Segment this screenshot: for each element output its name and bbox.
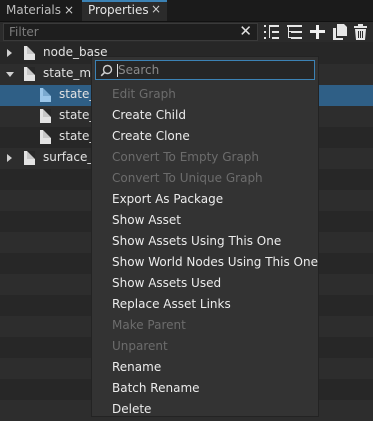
menu-item-replace-asset-links[interactable]: Replace Asset Links: [112, 294, 231, 315]
menu-item-convert-empty-graph: Convert To Empty Graph: [112, 150, 260, 164]
menu-item-edit-graph: Edit Graph: [112, 87, 176, 101]
tab-label: Properties: [88, 3, 149, 17]
tree-item-label: state_: [59, 87, 96, 101]
trash-icon[interactable]: [352, 23, 369, 41]
file-icon: [24, 46, 35, 60]
toolbar: Filter ✕: [0, 22, 373, 42]
menu-item-export-package[interactable]: Export As Package: [112, 189, 223, 210]
menu-item-create-child[interactable]: Create Child: [112, 105, 186, 126]
menu-item-create-clone[interactable]: Create Clone: [112, 126, 190, 147]
menu-item-show-assets-used[interactable]: Show Assets Used: [112, 273, 221, 294]
menu-item-convert-unique-graph: Convert To Unique Graph: [112, 171, 263, 185]
file-icon: [40, 130, 51, 144]
search-icon: [100, 64, 113, 77]
tree-item-label: state_: [59, 108, 96, 122]
search-placeholder: Search: [118, 63, 160, 77]
collapse-arrow-icon[interactable]: [6, 72, 14, 77]
tree-item-label: state_: [59, 129, 96, 143]
text-caret: [117, 64, 118, 77]
close-icon[interactable]: ×: [64, 0, 74, 20]
menu-search-input[interactable]: Search: [95, 60, 315, 80]
clear-filter-icon[interactable]: ✕: [239, 22, 252, 40]
tab-label: Materials: [6, 3, 62, 17]
add-icon[interactable]: [309, 23, 326, 41]
tab-materials[interactable]: Materials ×: [0, 0, 80, 21]
file-icon: [40, 109, 51, 123]
file-icon: [24, 67, 35, 81]
menu-item-show-assets-using[interactable]: Show Assets Using This One: [112, 231, 281, 252]
menu-item-make-parent: Make Parent: [112, 318, 186, 332]
tab-properties[interactable]: Properties ×: [82, 0, 167, 21]
file-icon: [40, 88, 51, 102]
expand-arrow-icon[interactable]: [7, 154, 12, 162]
file-icon: [24, 151, 35, 165]
expand-all-icon[interactable]: [263, 23, 280, 41]
menu-item-show-asset[interactable]: Show Asset: [112, 210, 181, 231]
context-menu: Search Edit Graph Create Child Create Cl…: [91, 56, 319, 417]
menu-item-rename[interactable]: Rename: [112, 357, 161, 378]
filter-placeholder: Filter: [9, 25, 39, 39]
tab-bar: Materials × Properties ×: [0, 0, 373, 22]
filter-input[interactable]: Filter ✕: [3, 22, 258, 41]
menu-item-show-world-nodes[interactable]: Show World Nodes Using This One: [112, 252, 318, 273]
menu-item-batch-rename[interactable]: Batch Rename: [112, 378, 200, 399]
close-icon[interactable]: ×: [151, 1, 161, 18]
copy-icon[interactable]: [331, 23, 348, 41]
menu-item-unparent: Unparent: [112, 339, 168, 353]
hierarchy-icon[interactable]: [286, 23, 303, 41]
expand-arrow-icon[interactable]: [7, 49, 12, 57]
